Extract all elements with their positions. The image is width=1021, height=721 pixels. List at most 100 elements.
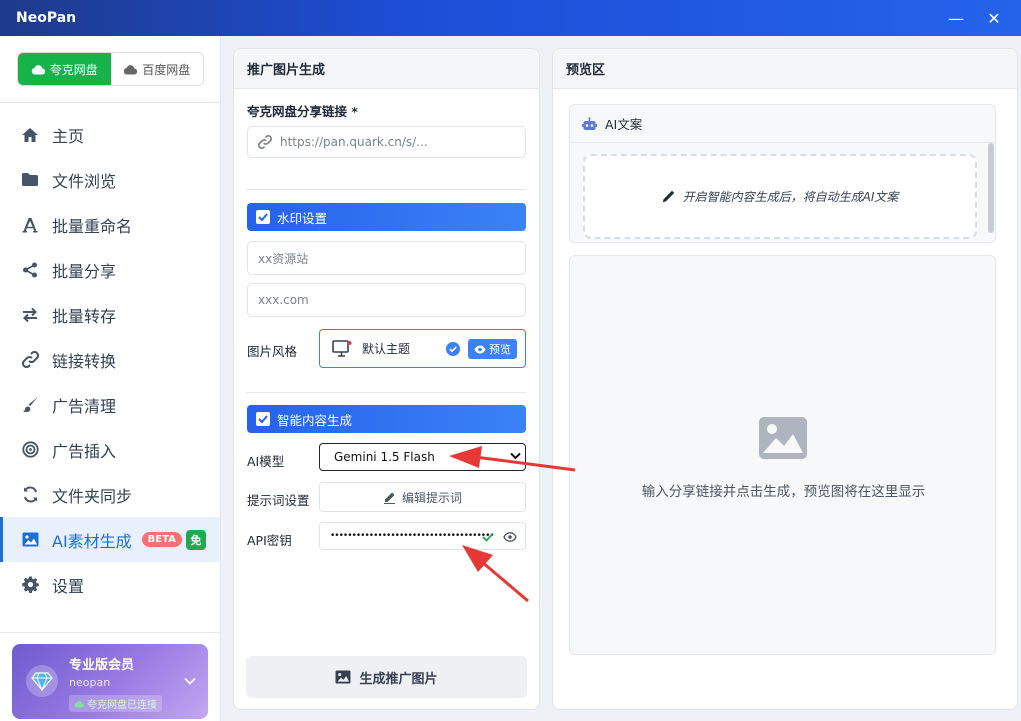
sidebar-item-share[interactable]: 批量分享 — [0, 247, 220, 292]
sidebar-nav: 主页 文件浏览 批量重命名 批量分享 批量转存 链接转换 广告清理 广告插入 文… — [0, 112, 220, 607]
diamond-icon — [31, 671, 53, 691]
sidebar: 夸克网盘 百度网盘 主页 文件浏览 批量重命名 批量分享 批量转存 链接转换 广… — [0, 36, 221, 721]
style-label: 图片风格 — [247, 344, 298, 359]
sync-icon — [20, 485, 40, 505]
eye-icon[interactable] — [503, 532, 517, 542]
ai-copy-placeholder: 开启智能内容生成后，将自动生成AI文案 — [583, 154, 977, 239]
api-key-input[interactable]: •••••••••••••••••••••••••••••••••••••• — [319, 522, 526, 550]
folder-icon — [20, 170, 40, 190]
divider — [0, 102, 220, 103]
check-icon — [482, 532, 494, 542]
sidebar-item-settings[interactable]: 设置 — [0, 562, 220, 607]
edit-prompt-button[interactable]: 编辑提示词 — [319, 482, 526, 512]
ai-copy-card: AI文案 开启智能内容生成后，将自动生成AI文案 — [569, 104, 996, 243]
member-status-text: 夸克网盘已连接 — [87, 700, 157, 711]
sidebar-item-label: 批量转存 — [52, 306, 117, 326]
sidebar-item-home[interactable]: 主页 — [0, 112, 220, 157]
share-link-input[interactable]: https://pan.quark.cn/s/... — [247, 126, 526, 158]
sidebar-item-label: 文件夹同步 — [52, 486, 133, 506]
sidebar-item-link-convert[interactable]: 链接转换 — [0, 337, 220, 382]
sidebar-item-label: 链接转换 — [52, 351, 117, 371]
api-key-value: •••••••••••••••••••••••••••••••••••••• — [330, 531, 495, 541]
watermark-url-placeholder: xxx.com — [258, 293, 309, 307]
image-placeholder-icon — [759, 417, 807, 459]
chevron-down-icon — [510, 452, 521, 460]
sidebar-item-rename[interactable]: 批量重命名 — [0, 202, 220, 247]
minimize-button[interactable]: — — [936, 0, 976, 36]
status-badge: 夸克网盘已连接 — [69, 695, 162, 712]
target-icon — [20, 440, 40, 460]
divider — [0, 632, 220, 633]
sidebar-item-label: AI素材生成 — [52, 531, 132, 551]
transfer-icon — [20, 305, 40, 325]
image-preview-area: 输入分享链接并点击生成，预览图将在这里显示 — [569, 255, 996, 655]
cloud-icon — [74, 700, 84, 708]
watermark-text-input[interactable]: xx资源站 — [247, 241, 526, 275]
ai-content-toggle[interactable]: 智能内容生成 — [247, 405, 526, 433]
cloud-icon — [124, 64, 138, 75]
sidebar-item-files[interactable]: 文件浏览 — [0, 157, 220, 202]
robot-icon — [582, 116, 597, 130]
ai-section-label: 智能内容生成 — [277, 412, 353, 428]
checkbox-checked-icon[interactable] — [256, 210, 270, 224]
divider — [246, 392, 526, 393]
theme-name: 默认主题 — [362, 342, 411, 356]
drive-switch: 夸克网盘 百度网盘 — [17, 52, 204, 86]
watermark-toggle[interactable]: 水印设置 — [247, 203, 526, 231]
generate-image-button[interactable]: 生成推广图片 — [246, 656, 527, 698]
close-button[interactable]: ✕ — [974, 0, 1014, 36]
sidebar-item-ai-material[interactable]: AI素材生成 BETA 免 — [0, 517, 220, 562]
share-link-placeholder: https://pan.quark.cn/s/... — [280, 135, 428, 149]
edit-icon — [383, 492, 395, 504]
image-icon — [336, 670, 351, 684]
share-icon — [20, 260, 40, 280]
model-select[interactable]: Gemini 1.5 Flash — [319, 443, 526, 471]
beta-badge: BETA — [141, 532, 182, 547]
sidebar-item-label: 批量分享 — [52, 261, 117, 281]
chevron-down-icon[interactable] — [184, 674, 196, 689]
sidebar-item-label: 设置 — [52, 576, 85, 596]
sidebar-item-transfer[interactable]: 批量转存 — [0, 292, 220, 337]
ai-copy-header: AI文案 — [570, 105, 995, 143]
pen-icon — [662, 190, 674, 203]
quark-drive-button[interactable]: 夸克网盘 — [18, 53, 111, 85]
avatar — [26, 665, 58, 697]
preview-button-label: 预览 — [489, 343, 511, 356]
sidebar-item-label: 主页 — [52, 126, 85, 146]
watermark-url-input[interactable]: xxx.com — [247, 283, 526, 317]
sidebar-item-ad-insert[interactable]: 广告插入 — [0, 427, 220, 472]
member-username: neopan — [69, 676, 111, 689]
image-icon — [20, 530, 40, 550]
scrollbar[interactable] — [988, 143, 994, 233]
baidu-drive-label: 百度网盘 — [142, 62, 191, 77]
member-card[interactable]: 专业版会员 neopan 夸克网盘已连接 — [12, 644, 208, 719]
check-circle-icon — [446, 342, 460, 356]
theme-select[interactable]: 默认主题 预览 — [319, 329, 526, 368]
quark-drive-label: 夸克网盘 — [49, 62, 98, 77]
prompt-label: 提示词设置 — [247, 493, 310, 508]
link-icon — [258, 135, 272, 149]
gear-icon — [20, 575, 40, 595]
checkbox-checked-icon[interactable] — [256, 412, 270, 426]
api-key-label: API密钥 — [247, 533, 292, 548]
edit-prompt-label: 编辑提示词 — [401, 490, 462, 505]
sidebar-item-ad-clean[interactable]: 广告清理 — [0, 382, 220, 427]
theme-preview-button[interactable]: 预览 — [468, 339, 517, 359]
ai-copy-title: AI文案 — [605, 117, 643, 132]
panel-title: 预览区 — [553, 49, 1017, 89]
font-icon — [20, 215, 40, 235]
free-badge: 免 — [185, 529, 206, 550]
watermark-text-placeholder: xx资源站 — [258, 251, 309, 266]
sidebar-item-label: 文件浏览 — [52, 171, 117, 191]
sidebar-item-label: 批量重命名 — [52, 216, 133, 236]
sidebar-item-label: 广告清理 — [52, 396, 117, 416]
member-title: 专业版会员 — [69, 658, 135, 673]
divider — [246, 189, 526, 190]
eye-icon — [474, 345, 486, 353]
monitor-icon — [332, 339, 352, 357]
preview-placeholder-text: 输入分享链接并点击生成，预览图将在这里显示 — [641, 484, 926, 500]
sidebar-item-folder-sync[interactable]: 文件夹同步 — [0, 472, 220, 517]
link-icon — [20, 350, 40, 370]
generate-button-label: 生成推广图片 — [359, 671, 438, 687]
baidu-drive-button[interactable]: 百度网盘 — [110, 53, 203, 85]
